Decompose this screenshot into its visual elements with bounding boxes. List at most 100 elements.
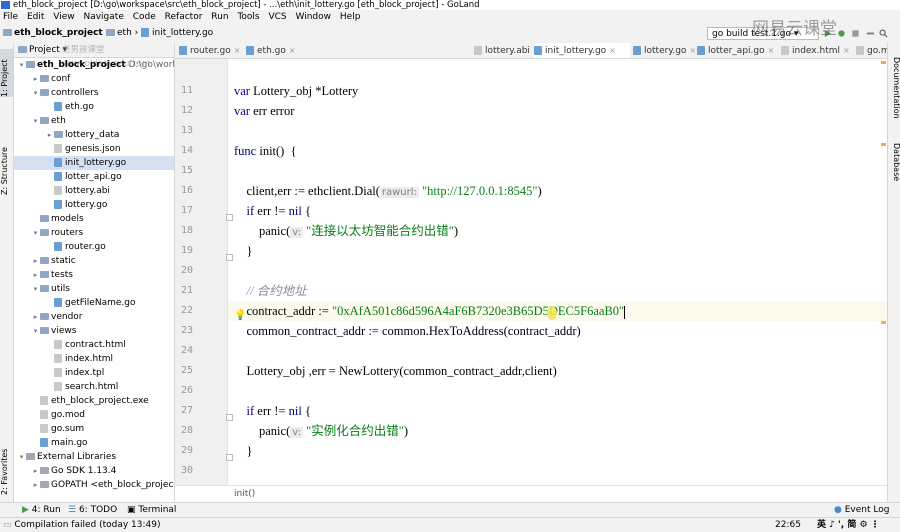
code-line[interactable]: } — [234, 241, 253, 261]
intention-bulb-icon[interactable]: 💡 — [234, 311, 246, 321]
tree-item[interactable]: search.html — [14, 380, 174, 394]
code-line[interactable]: panic(v: "实例化合约出错") — [234, 421, 408, 441]
tree-item[interactable]: ▸ tests — [14, 268, 174, 282]
breadcrumb-file[interactable]: init_lottery.go — [141, 24, 213, 43]
menu-tools[interactable]: Tools — [237, 12, 259, 22]
fold-marker-icon[interactable] — [226, 454, 233, 461]
menu-vcs[interactable]: VCS — [268, 12, 286, 22]
expand-arrow-icon[interactable]: ▸ — [31, 254, 40, 268]
ime-toolbar[interactable]: 英 ♪ ', 简 ⚙ ⋮ — [817, 518, 880, 532]
tree-item[interactable]: ▾ External Libraries — [14, 450, 174, 464]
tree-item[interactable]: index.tpl — [14, 366, 174, 380]
code-editor[interactable]: 11 var Lottery_obj *Lottery 12 var err erro… — [175, 59, 887, 485]
tree-item[interactable]: ▸ static — [14, 254, 174, 268]
editor-tab[interactable]: init_lottery.go × — [534, 43, 630, 58]
debug-icon[interactable] — [837, 29, 846, 38]
tree-item[interactable]: eth.go — [14, 100, 174, 114]
expand-arrow-icon[interactable]: ▸ — [31, 478, 40, 492]
code-line[interactable]: client,err := ethclient.Dial(rawurl: "ht… — [234, 181, 542, 201]
tree-item[interactable]: ▸ Go SDK 1.13.4 — [14, 464, 174, 478]
tree-item[interactable]: lottery.abi — [14, 184, 174, 198]
editor-tab[interactable]: go.mod× — [856, 43, 887, 58]
status-message[interactable]: ▭ Compilation failed (today 13:49) — [3, 518, 160, 532]
expand-arrow-icon[interactable]: ▾ — [31, 226, 40, 240]
menu-navigate[interactable]: Navigate — [83, 12, 123, 22]
tool-tab-terminal[interactable]: ▣ Terminal — [127, 503, 176, 518]
stop-icon[interactable] — [851, 29, 860, 38]
tree-item[interactable]: eth_block_project.exe — [14, 394, 174, 408]
editor-tab[interactable]: eth.go × — [246, 43, 304, 58]
expand-arrow-icon[interactable]: ▸ — [45, 128, 54, 142]
menu-refactor[interactable]: Refactor — [165, 12, 203, 22]
menu-file[interactable]: File — [3, 12, 18, 22]
close-tab-icon[interactable]: × — [289, 46, 296, 55]
menu-run[interactable]: Run — [211, 12, 228, 22]
fold-marker-icon[interactable] — [226, 414, 233, 421]
tree-item[interactable]: ▾ routers — [14, 226, 174, 240]
tree-item[interactable]: lotter_api.go — [14, 170, 174, 184]
tool-tab-project[interactable]: 1: Project — [0, 49, 13, 97]
tree-item[interactable]: getFileName.go — [14, 296, 174, 310]
fold-marker-icon[interactable] — [226, 214, 233, 221]
expand-arrow-icon[interactable]: ▾ — [31, 324, 40, 338]
tree-item[interactable]: index.html — [14, 352, 174, 366]
close-tab-icon[interactable]: × — [234, 46, 241, 55]
code-line[interactable]: panic(v: "连接以太坊智能合约出错") — [234, 221, 458, 241]
tree-item[interactable]: ▾ eth — [14, 114, 174, 128]
expand-arrow-icon[interactable]: ▾ — [31, 282, 40, 296]
code-line[interactable]: var Lottery_obj *Lottery — [234, 81, 358, 101]
scrollbar-warning-mark[interactable] — [881, 61, 886, 64]
tree-item[interactable]: ▸ GOPATH <eth_block_project — [14, 478, 174, 492]
tree-item[interactable]: lottery.go — [14, 198, 174, 212]
tree-item[interactable]: main.go — [14, 436, 174, 450]
caret-position[interactable]: 22:65 — [775, 518, 801, 532]
tree-item[interactable]: genesis.json — [14, 142, 174, 156]
tree-item[interactable]: go.mod — [14, 408, 174, 422]
tree-item[interactable]: router.go — [14, 240, 174, 254]
expand-arrow-icon[interactable]: ▾ — [17, 450, 26, 464]
scrollbar-warning-mark[interactable] — [881, 321, 886, 324]
code-line[interactable]: if err != nil { — [234, 201, 311, 221]
expand-arrow-icon[interactable]: ▸ — [31, 310, 40, 324]
search-icon[interactable] — [879, 29, 888, 38]
code-line[interactable]: if err != nil { — [234, 401, 311, 421]
code-line[interactable]: } — [234, 441, 253, 461]
expand-arrow-icon[interactable]: ▸ — [31, 464, 40, 478]
tree-root[interactable]: ▾eth_block_project D:\go\workspace — [14, 58, 174, 72]
expand-arrow-icon[interactable]: ▾ — [31, 86, 40, 100]
menu-edit[interactable]: Edit — [27, 12, 44, 22]
code-breadcrumb[interactable]: init() — [234, 489, 255, 499]
breadcrumb-eth[interactable]: eth › — [106, 24, 138, 43]
close-tab-icon[interactable]: × — [768, 46, 775, 55]
expand-arrow-icon[interactable]: ▸ — [31, 268, 40, 282]
tree-item[interactable]: ▾ views — [14, 324, 174, 338]
tool-tab-structure[interactable]: Z: Structure — [0, 135, 13, 195]
fold-marker-icon[interactable] — [226, 254, 233, 261]
close-tab-icon[interactable]: × — [609, 46, 616, 55]
menu-code[interactable]: Code — [133, 12, 156, 22]
code-line[interactable]: Lottery_obj ,err = NewLottery(common_con… — [234, 361, 557, 381]
expand-arrow-icon[interactable]: ▸ — [31, 72, 40, 86]
tree-item[interactable]: ▾ utils — [14, 282, 174, 296]
tool-tab-database[interactable]: Database — [889, 143, 900, 189]
tool-tab-favorites[interactable]: 2: Favorites — [0, 441, 13, 495]
menu-window[interactable]: Window — [296, 12, 332, 22]
expand-arrow-icon[interactable]: ▾ — [31, 114, 40, 128]
menu-view[interactable]: View — [53, 12, 74, 22]
code-line[interactable]: var err error — [234, 101, 294, 121]
tree-item[interactable]: init_lottery.go — [14, 156, 174, 170]
code-line[interactable]: common_contract_addr := common.HexToAddr… — [234, 321, 581, 341]
tree-item[interactable]: contract.html — [14, 338, 174, 352]
editor-tab[interactable]: lottery.go × — [633, 43, 696, 58]
tree-item[interactable]: ▾ controllers — [14, 86, 174, 100]
tool-tab-todo[interactable]: ☰ 6: TODO — [68, 503, 117, 518]
tree-item[interactable]: ▸ vendor — [14, 310, 174, 324]
event-log-button[interactable]: ● Event Log — [834, 503, 889, 518]
editor-tab[interactable]: router.go × — [179, 43, 241, 58]
code-line[interactable]: // 合约地址 — [234, 281, 307, 301]
editor-tab[interactable]: lotter_api.go × — [697, 43, 777, 58]
tree-item[interactable]: ▸ conf — [14, 72, 174, 86]
tree-item[interactable]: go.sum — [14, 422, 174, 436]
menu-help[interactable]: Help — [340, 12, 361, 22]
tree-item[interactable]: ▸ lottery_data — [14, 128, 174, 142]
